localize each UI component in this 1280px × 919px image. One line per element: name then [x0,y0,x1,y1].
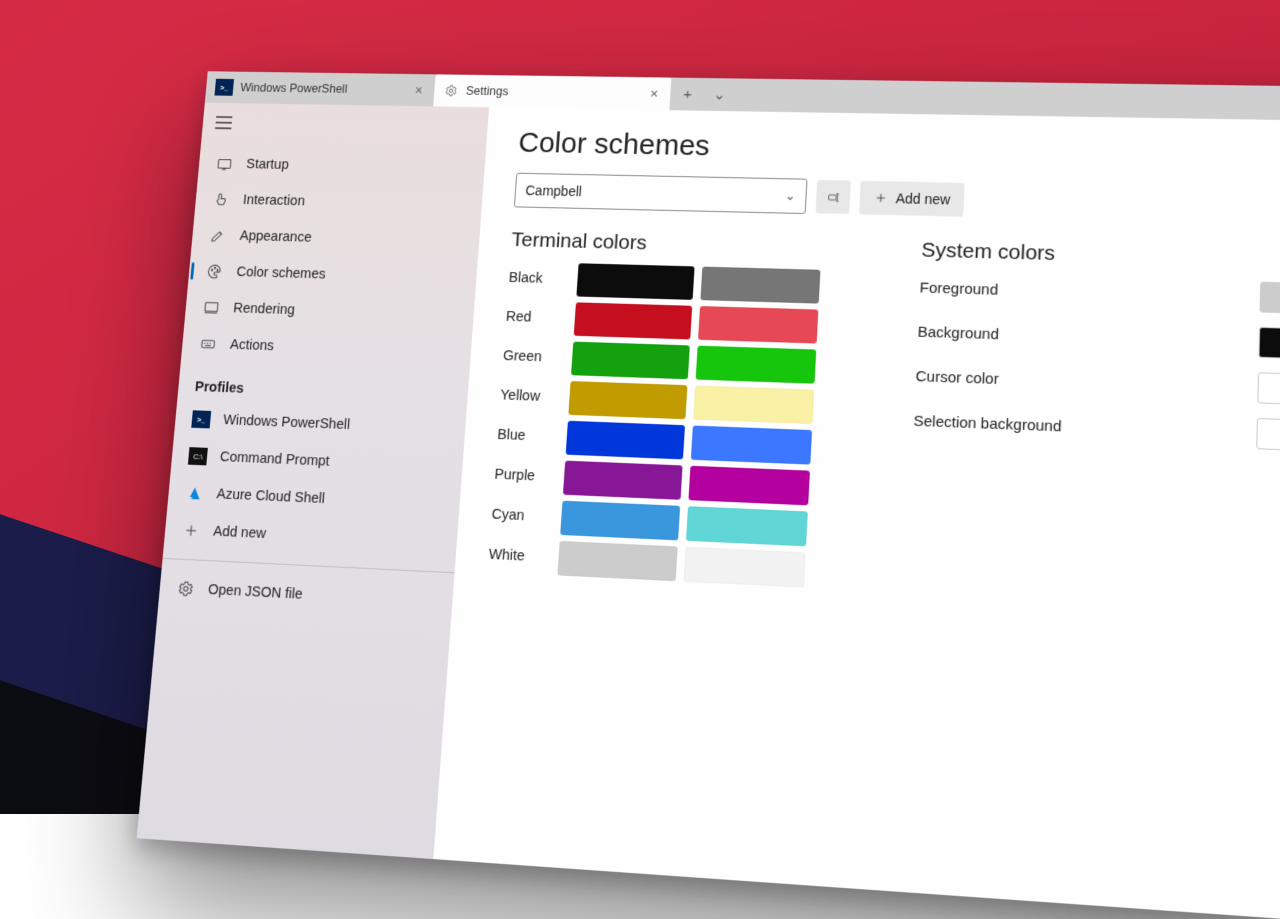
add-new-scheme-label: Add new [895,190,950,207]
rename-scheme-button[interactable] [816,180,851,214]
system-color-swatch[interactable] [1257,372,1280,407]
sidebar-item-label: Appearance [239,228,312,245]
tab-powershell[interactable]: >_ Windows PowerShell ✕ [205,71,436,106]
close-icon[interactable]: ✕ [412,83,426,96]
terminal-color-swatch-bright[interactable] [686,506,808,546]
tab-settings[interactable]: Settings ✕ [433,74,671,110]
tab-label: Settings [466,84,509,98]
system-color-label: Background [917,323,999,343]
profile-item-label: Azure Cloud Shell [216,486,326,507]
terminal-color-swatch-bright[interactable] [698,306,818,343]
system-color-swatch[interactable] [1256,418,1280,454]
tab-label: Windows PowerShell [240,81,348,96]
close-icon[interactable]: ✕ [647,87,661,101]
terminal-color-swatch-dark[interactable] [566,421,685,460]
terminal-color-swatch-dark[interactable] [571,342,690,380]
settings-sidebar: Startup Interaction Appearance [137,103,489,859]
profile-item-label: Command Prompt [219,449,330,469]
terminal-colors-section: Terminal colors Black Red Green Yellow Blue P… [488,229,862,590]
sidebar-item-label: Interaction [242,193,305,210]
terminal-color-row: Green [502,339,856,385]
terminal-colors-header: Terminal colors [511,229,862,261]
system-color-row: Cursor color [915,361,1280,408]
page-title: Color schemes [517,127,1280,176]
chevron-down-icon: ⌄ [785,188,797,204]
system-color-swatch[interactable] [1258,327,1280,362]
system-colors-header: System colors [921,239,1280,275]
scheme-select[interactable]: Campbell ⌄ [514,173,808,214]
interaction-icon [211,191,231,208]
plus-icon [181,521,201,540]
system-color-swatch[interactable] [1260,282,1280,316]
sidebar-item-label: Open JSON file [207,582,303,603]
system-color-row: Selection background [913,405,1280,453]
system-color-label: Selection background [913,412,1062,435]
actions-icon [198,335,218,353]
terminal-color-label: Black [508,270,570,287]
startup-icon [215,155,235,172]
terminal-color-swatch-dark[interactable] [557,541,677,581]
sidebar-item-label: Startup [246,157,290,173]
terminal-color-swatch-bright[interactable] [691,426,812,465]
sidebar-item-label: Add new [213,524,267,542]
appearance-icon [208,227,228,245]
terminal-color-label: Cyan [491,507,554,526]
system-colors-section: System colors Foreground Background Cursor… [913,239,1280,454]
terminal-color-swatch-bright[interactable] [700,267,820,304]
command-prompt-icon: C:\ [188,447,208,465]
palette-icon [205,263,225,281]
terminal-color-swatch-dark[interactable] [574,302,693,339]
terminal-color-row: Black [508,261,861,304]
system-color-row: Foreground [919,273,1280,316]
add-new-scheme-button[interactable]: Add new [859,181,965,217]
powershell-icon: >_ [191,410,211,428]
terminal-color-swatch-bright[interactable] [688,466,810,506]
system-color-label: Foreground [919,279,998,298]
rendering-icon [201,299,221,317]
sidebar-item-label: Actions [229,337,274,354]
scheme-toolbar: Campbell ⌄ Add new [514,173,1280,228]
terminal-color-swatch-bright[interactable] [684,547,806,588]
system-color-row: Background [917,317,1280,362]
profile-item-label: Windows PowerShell [223,412,351,433]
terminal-color-row: Yellow [499,379,854,426]
sidebar-item-label: Color schemes [236,265,326,283]
open-json-file-button[interactable]: Open JSON file [158,569,454,622]
scheme-select-value: Campbell [525,183,582,200]
azure-icon [184,484,204,502]
terminal-color-row: Red [505,300,859,345]
terminal-color-label: Blue [497,427,560,445]
terminal-color-label: Red [505,309,567,327]
plus-icon: + [683,86,692,102]
terminal-color-swatch-bright[interactable] [696,346,817,384]
sidebar-item-startup[interactable]: Startup [198,146,486,188]
terminal-color-swatch-bright[interactable] [693,386,814,425]
new-tab-button[interactable]: + [669,78,706,111]
hamburger-button[interactable] [201,108,489,151]
terminal-settings-window: >_ Windows PowerShell ✕ Settings ✕ + ⌄ [137,71,1280,919]
gear-icon [176,579,196,598]
terminal-color-label: Green [503,348,565,366]
tab-menu-button[interactable]: ⌄ [704,78,735,111]
system-color-label: Cursor color [915,367,999,387]
terminal-color-label: White [488,547,551,566]
powershell-icon: >_ [214,79,234,96]
terminal-color-swatch-dark[interactable] [560,501,680,541]
chevron-down-icon: ⌄ [713,86,726,104]
terminal-color-swatch-dark[interactable] [568,381,687,419]
sidebar-item-label: Rendering [233,301,296,318]
settings-main: Color schemes Campbell ⌄ Add new [433,107,1280,919]
terminal-color-swatch-dark[interactable] [563,461,683,500]
terminal-color-label: Yellow [500,387,563,405]
terminal-color-label: Purple [494,467,557,486]
gear-icon [443,83,459,98]
terminal-color-swatch-dark[interactable] [576,263,694,300]
